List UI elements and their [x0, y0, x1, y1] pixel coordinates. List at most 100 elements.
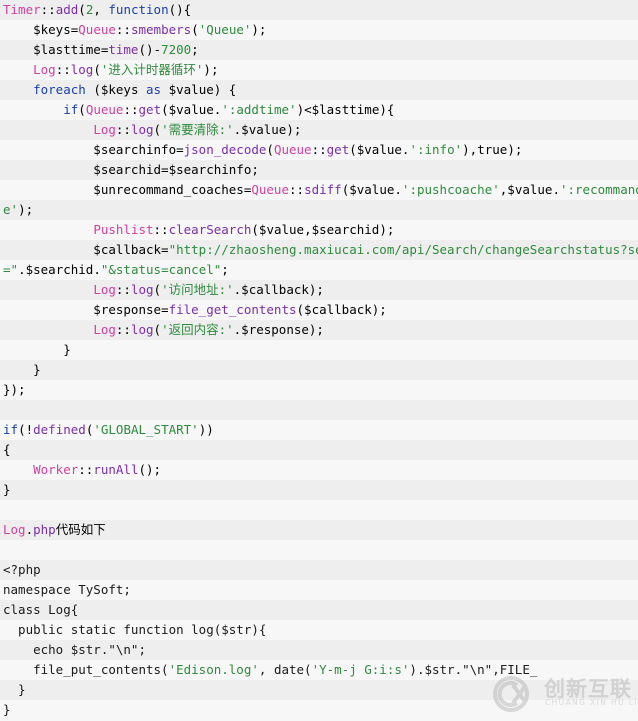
- code-token: ':recommandcoach: [559, 182, 638, 197]
- code-token: Log: [93, 122, 116, 137]
- code-token: (: [93, 62, 101, 77]
- code-token: .$value);: [233, 122, 302, 137]
- code-token: as: [146, 82, 162, 97]
- code-token: Log: [93, 282, 116, 297]
- code-token: file_put_contents(: [3, 662, 169, 677]
- code-token: class Log{: [3, 602, 79, 617]
- code-token: (: [266, 142, 274, 157]
- code-line: if(!defined('GLOBAL_START')): [0, 420, 638, 440]
- code-line: Log.php代码如下: [0, 520, 638, 540]
- code-token: );: [251, 22, 267, 37]
- code-token: ($keys: [85, 82, 147, 97]
- code-token: "\n": [462, 662, 493, 677]
- code-token: json_decode: [183, 142, 267, 157]
- code-token: ),: [462, 142, 478, 157]
- code-token: ::: [311, 142, 327, 157]
- code-token: '访问地址:': [161, 282, 234, 297]
- code-token: 代码如下: [55, 522, 106, 537]
- code-token: $value) {: [161, 82, 237, 97]
- code-line: class Log{: [0, 600, 638, 620]
- code-token: file_get_contents: [168, 302, 297, 317]
- code-line: Log::log('进入计时器循环');: [0, 60, 638, 80]
- code-token: Worker: [33, 462, 79, 477]
- code-line: }: [0, 480, 638, 500]
- code-token: get: [138, 102, 162, 117]
- code-token: if: [63, 102, 79, 117]
- code-line: $response=file_get_contents($callback);: [0, 300, 638, 320]
- code-token: 'Queue': [198, 22, 252, 37]
- code-token: );: [507, 142, 523, 157]
- code-token: $searchid=$searchinfo;: [3, 162, 259, 177]
- code-token: time: [108, 42, 139, 57]
- code-token: '返回内容:': [161, 322, 234, 337]
- code-token: ($value.: [341, 182, 402, 197]
- code-line: {: [0, 440, 638, 460]
- code-line: $keys=Queue::smembers('Queue');: [0, 20, 638, 40]
- code-token: $keys=: [3, 22, 79, 37]
- code-token: function: [108, 2, 169, 17]
- code-token: , date(: [258, 662, 312, 677]
- code-token: defined: [33, 422, 86, 437]
- code-token: <?php: [3, 562, 41, 577]
- code-token: "http://zhaosheng.maxiucai.com/api/Searc…: [168, 242, 638, 257]
- code-token: ::: [115, 122, 131, 137]
- code-token: .: [25, 522, 34, 537]
- code-token: echo $str.: [3, 642, 109, 657]
- code-token: ).$str.: [409, 662, 463, 677]
- code-line: e');: [0, 200, 638, 220]
- code-token: (: [191, 22, 199, 37]
- code-token: ()-: [138, 42, 162, 57]
- code-token: log: [130, 282, 154, 297]
- code-token: smembers: [130, 22, 192, 37]
- code-token: ::: [289, 182, 305, 197]
- code-token: 'GLOBAL_START': [93, 422, 199, 437]
- code-token: Queue: [78, 22, 116, 37]
- code-line: [0, 500, 638, 520]
- code-line: Log::log('访问地址:'.$callback);: [0, 280, 638, 300]
- code-token: (){: [168, 2, 192, 17]
- code-token: "&status=cancel": [100, 262, 222, 277]
- code-token: (: [78, 102, 86, 117]
- code-token: 'Edison.log': [168, 662, 259, 677]
- code-token: {: [3, 442, 11, 457]
- code-line: Log::log('返回内容:'.$response);: [0, 320, 638, 340]
- code-token: ($value.: [161, 102, 222, 117]
- code-token: )): [198, 422, 214, 437]
- code-token: ::: [123, 102, 139, 117]
- code-token: ::: [55, 62, 71, 77]
- code-token: get: [326, 142, 350, 157]
- code-token: public static function log($str){: [3, 622, 267, 637]
- code-token: }: [3, 482, 11, 497]
- code-token: ($value.: [349, 142, 410, 157]
- code-token: runAll: [93, 462, 139, 477]
- code-token: ,$value.: [499, 182, 560, 197]
- code-line: $searchid=$searchinfo;: [0, 160, 638, 180]
- code-token: ::: [115, 282, 131, 297]
- code-token: $searchinfo=: [3, 142, 184, 157]
- code-line: namespace TySoft;: [0, 580, 638, 600]
- code-token: ':pushcoache': [401, 182, 500, 197]
- code-line: =".$searchid."&status=cancel";: [0, 260, 638, 280]
- code-token: "\n": [108, 642, 139, 657]
- code-token: if: [3, 422, 19, 437]
- code-lines-container: Timer::add(2, function(){ $keys=Queue::s…: [0, 0, 638, 720]
- code-line: Pushlist::clearSearch($value,$searchid);: [0, 220, 638, 240]
- code-line: $lasttime=time()-7200;: [0, 40, 638, 60]
- code-token: ':info': [409, 142, 463, 157]
- code-token: add: [55, 2, 79, 17]
- code-token: }: [3, 702, 11, 717]
- code-line: public static function log($str){: [0, 620, 638, 640]
- code-line: file_put_contents('Edison.log', date('Y-…: [0, 660, 638, 680]
- code-token: $response=: [3, 302, 169, 317]
- code-token: ::: [115, 322, 131, 337]
- code-line: $searchinfo=json_decode(Queue::get($valu…: [0, 140, 638, 160]
- code-line: <?php: [0, 560, 638, 580]
- code-token: ::: [153, 222, 169, 237]
- code-token: 7200: [161, 42, 192, 57]
- code-token: Queue: [251, 182, 289, 197]
- code-token: }: [3, 682, 26, 697]
